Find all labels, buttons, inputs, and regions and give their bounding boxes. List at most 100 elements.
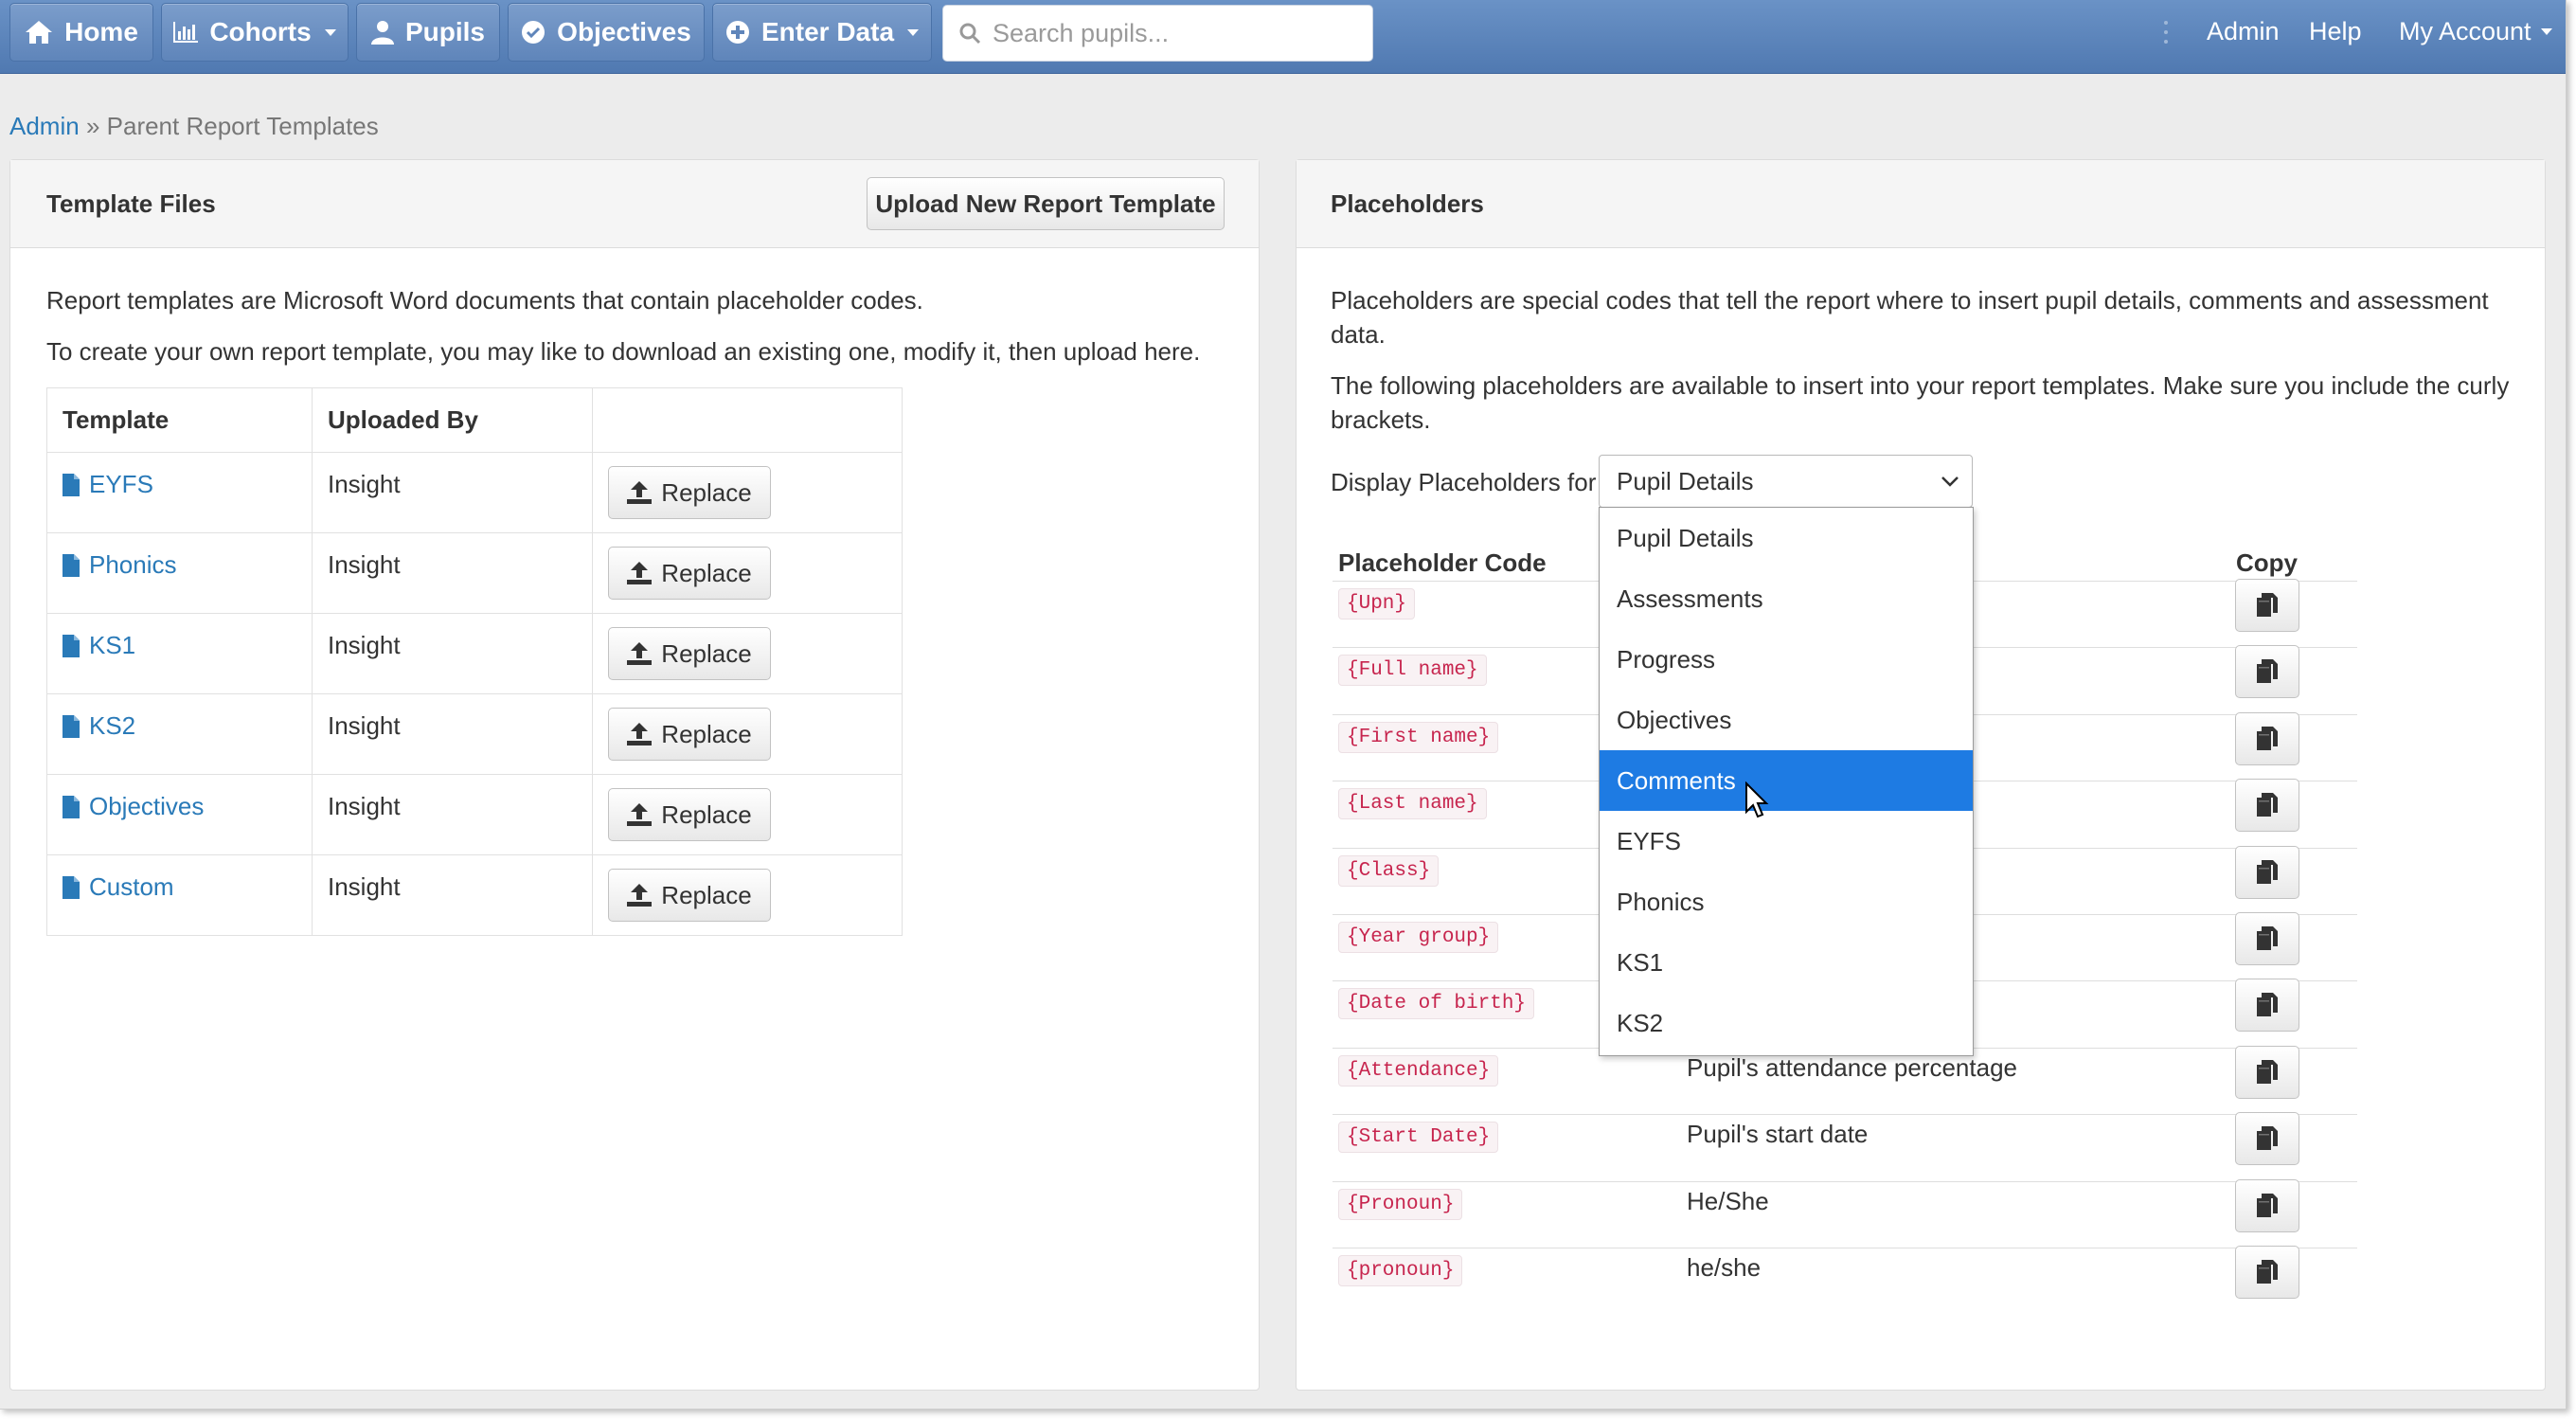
upload-icon xyxy=(627,723,653,745)
copy-button[interactable] xyxy=(2235,979,2299,1033)
nav-objectives-button[interactable]: Objectives xyxy=(508,3,705,62)
template-link-eyfs[interactable]: EYFS xyxy=(63,470,296,499)
nav-pupils-button[interactable]: Pupils xyxy=(356,3,500,62)
placeholders-dropdown-list: Pupil Details Assessments Progress Objec… xyxy=(1599,507,1974,1056)
nav-my-account-link[interactable]: My Account xyxy=(2399,17,2552,46)
placeholder-description: Pupil's attendance percentage xyxy=(1687,1052,2017,1082)
placeholder-code: {Full name} xyxy=(1338,655,1487,687)
table-row: KS1 Insight Replace xyxy=(46,613,903,694)
nav-admin-link[interactable]: Admin xyxy=(2207,17,2280,46)
dropdown-option-highlighted[interactable]: Comments xyxy=(1600,750,1973,811)
column-header-copy: Copy xyxy=(2236,548,2298,577)
dropdown-option[interactable]: Phonics xyxy=(1600,871,1973,932)
dropdown-option[interactable]: EYFS xyxy=(1600,811,1973,871)
template-name: KS1 xyxy=(89,631,136,659)
copy-icon xyxy=(2257,993,2278,1017)
breadcrumb-current: Parent Report Templates xyxy=(106,112,379,140)
copy-button[interactable] xyxy=(2235,1112,2299,1166)
nav-cohorts-button[interactable]: Cohorts xyxy=(161,3,349,62)
column-header-uploaded-by: Uploaded By xyxy=(312,387,593,453)
replace-button[interactable]: Replace xyxy=(608,547,771,600)
search-icon xyxy=(959,23,981,45)
upload-icon xyxy=(627,481,653,504)
uploaded-by-cell: Insight xyxy=(312,452,593,533)
template-name: Objectives xyxy=(89,792,205,820)
placeholders-title: Placeholders xyxy=(1331,189,1484,218)
copy-button[interactable] xyxy=(2235,845,2299,899)
breadcrumb-admin-link[interactable]: Admin xyxy=(9,112,80,140)
replace-label: Replace xyxy=(661,638,752,668)
table-header-row: Template Uploaded By xyxy=(46,387,903,453)
copy-button[interactable] xyxy=(2235,645,2299,699)
copy-button[interactable] xyxy=(2235,912,2299,965)
copy-button[interactable] xyxy=(2235,711,2299,765)
placeholder-code: {Last name} xyxy=(1338,788,1487,820)
uploaded-by-cell: Insight xyxy=(312,774,593,855)
template-link-objectives[interactable]: Objectives xyxy=(63,792,296,821)
copy-button[interactable] xyxy=(2235,779,2299,833)
breadcrumb-separator: » xyxy=(85,112,100,140)
display-placeholders-select[interactable]: Pupil Details xyxy=(1599,455,1973,508)
uploaded-by-cell: Insight xyxy=(312,532,593,614)
nav-enter-data-button[interactable]: Enter Data xyxy=(712,3,932,62)
dropdown-option[interactable]: Assessments xyxy=(1600,568,1973,629)
bar-chart-icon xyxy=(173,22,199,43)
file-icon xyxy=(63,714,80,738)
template-link-ks2[interactable]: KS2 xyxy=(63,711,296,741)
placeholder-description: He/She xyxy=(1687,1186,1769,1215)
template-link-phonics[interactable]: Phonics xyxy=(63,550,296,580)
placeholder-code: {pronoun} xyxy=(1338,1255,1463,1286)
intro-text-1: Report templates are Microsoft Word docu… xyxy=(46,286,923,314)
replace-label: Replace xyxy=(661,799,752,829)
placeholder-code: {Date of birth} xyxy=(1338,988,1535,1020)
nav-objectives-label: Objectives xyxy=(557,17,691,46)
dropdown-option[interactable]: KS1 xyxy=(1600,932,1973,993)
placeholder-code: {Class} xyxy=(1338,854,1440,887)
upload-icon xyxy=(627,562,653,584)
copy-button[interactable] xyxy=(2235,579,2299,632)
copy-icon xyxy=(2257,1193,2278,1217)
column-header-code: Placeholder Code xyxy=(1338,548,1547,577)
replace-button[interactable]: Replace xyxy=(608,869,771,922)
copy-button[interactable] xyxy=(2235,1246,2299,1299)
placeholder-code: {Attendance} xyxy=(1338,1054,1499,1087)
nav-cohorts-label: Cohorts xyxy=(209,17,312,46)
dropdown-option[interactable]: Pupil Details xyxy=(1600,508,1973,568)
nav-my-account-label: My Account xyxy=(2399,17,2531,45)
file-icon xyxy=(63,875,80,899)
dropdown-option[interactable]: KS2 xyxy=(1600,993,1973,1053)
placeholder-code: {Pronoun} xyxy=(1338,1188,1463,1220)
replace-button[interactable]: Replace xyxy=(608,708,771,761)
upload-icon xyxy=(627,642,653,665)
upload-template-button[interactable]: Upload New Report Template xyxy=(867,177,1225,230)
top-navbar: Home Cohorts Pupils Objectives Enter Dat… xyxy=(0,0,2566,74)
replace-button[interactable]: Replace xyxy=(608,788,771,841)
replace-button[interactable]: Replace xyxy=(608,627,771,680)
copy-button[interactable] xyxy=(2235,1045,2299,1099)
replace-label: Replace xyxy=(661,719,752,748)
templates-table: Template Uploaded By EYFS Insight Replac… xyxy=(46,387,903,936)
search-input[interactable] xyxy=(993,18,1352,48)
copy-icon xyxy=(2257,659,2278,684)
dropdown-option[interactable]: Progress xyxy=(1600,629,1973,690)
replace-button[interactable]: Replace xyxy=(608,466,771,519)
template-files-panel: Template Files Upload New Report Templat… xyxy=(9,159,1260,1391)
copy-button[interactable] xyxy=(2235,1178,2299,1232)
upload-icon xyxy=(627,884,653,907)
copy-icon xyxy=(2257,859,2278,884)
user-icon xyxy=(370,21,394,45)
intro-text-2: To create your own report template, you … xyxy=(46,337,1201,366)
dropdown-option[interactable]: Objectives xyxy=(1600,690,1973,750)
template-link-ks1[interactable]: KS1 xyxy=(63,631,296,660)
template-name: Phonics xyxy=(89,550,177,579)
nav-home-button[interactable]: Home xyxy=(9,3,153,62)
nav-help-link[interactable]: Help xyxy=(2309,17,2362,46)
table-row: Objectives Insight Replace xyxy=(46,774,903,855)
mouse-cursor-icon xyxy=(1745,781,1769,818)
copy-icon xyxy=(2257,1126,2278,1151)
search-box[interactable] xyxy=(942,5,1373,62)
replace-label: Replace xyxy=(661,880,752,909)
template-files-title: Template Files xyxy=(46,189,216,218)
copy-icon xyxy=(2257,726,2278,750)
template-link-custom[interactable]: Custom xyxy=(63,872,296,902)
